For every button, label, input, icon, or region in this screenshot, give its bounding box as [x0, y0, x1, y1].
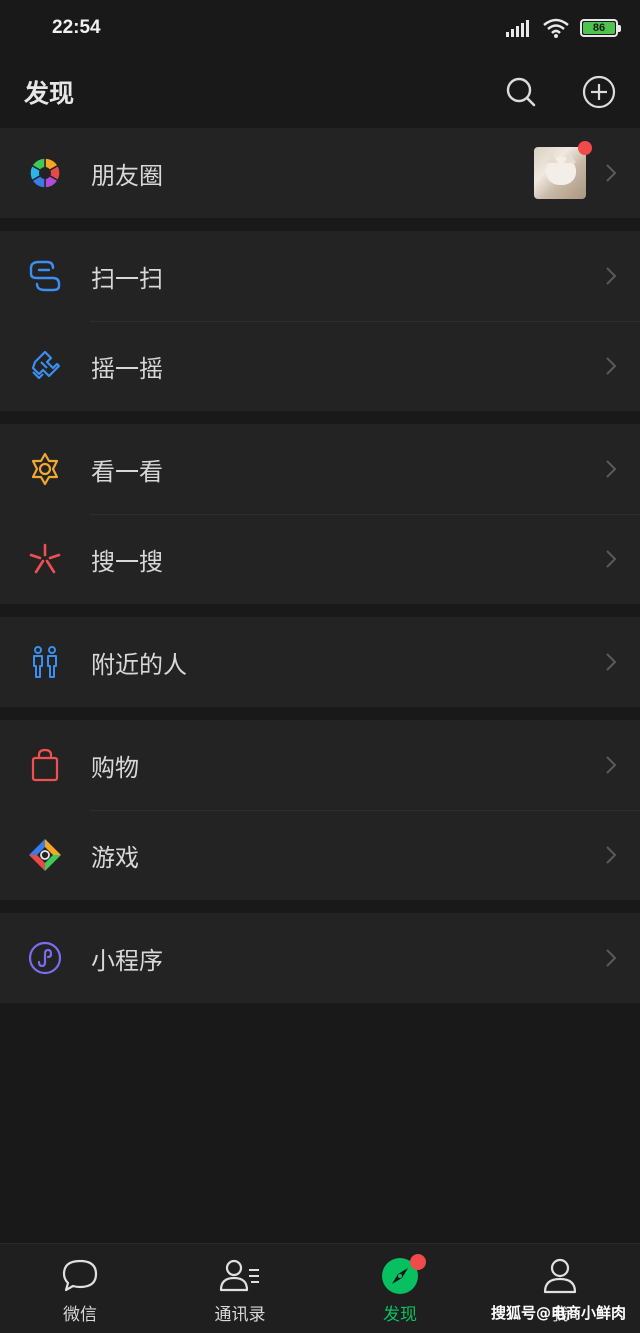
chevron-right-icon: [606, 949, 617, 967]
top-stories-icon: [25, 449, 65, 489]
tab-label: 通讯录: [214, 1305, 266, 1325]
cellular-signal-icon: [506, 20, 529, 37]
list-item-scan[interactable]: 扫一扫: [0, 231, 640, 321]
list-item-people-nearby[interactable]: 附近的人: [0, 617, 640, 707]
chevron-right-icon: [606, 357, 617, 375]
group-divider: [0, 900, 640, 913]
search-button[interactable]: [504, 75, 538, 109]
me-icon: [538, 1254, 582, 1298]
watermark: 搜狐号@电商小鲜肉: [490, 1304, 626, 1322]
list-item-moments[interactable]: 朋友圈: [0, 128, 640, 218]
group-divider: [0, 707, 640, 720]
status-time: 22:54: [52, 17, 101, 38]
chevron-right-icon: [606, 756, 617, 774]
header-actions: [504, 75, 616, 109]
chevron-right-icon: [606, 164, 617, 182]
group-mini-programs: 小程序: [0, 913, 640, 1003]
list-item-label: 看一看: [91, 457, 163, 486]
list-item-label: 游戏: [91, 843, 139, 872]
chevron-right-icon: [606, 846, 617, 864]
discover-badge: [410, 1254, 426, 1270]
search-search-icon: [25, 539, 65, 579]
list-item-games[interactable]: 游戏: [0, 810, 640, 900]
discover-list: 朋友圈 扫一扫 摇一摇 看一看 搜一搜 附近的人 购物 游戏 小程序: [0, 128, 640, 1003]
search-icon: [506, 77, 536, 107]
header: 发现: [0, 56, 640, 128]
list-item-label: 附近的人: [91, 650, 187, 679]
list-item-label: 搜一搜: [91, 547, 163, 576]
tab-contacts[interactable]: 通讯录: [160, 1244, 320, 1333]
list-item-label: 扫一扫: [91, 264, 163, 293]
status-bar: 22:54 86: [0, 0, 640, 56]
list-item-shopping[interactable]: 购物: [0, 720, 640, 810]
battery-level: 86: [583, 22, 615, 34]
people-nearby-icon: [25, 642, 65, 682]
list-item-label: 小程序: [91, 946, 163, 975]
list-item-shake[interactable]: 摇一摇: [0, 321, 640, 411]
group-scan-shake: 扫一扫 摇一摇: [0, 231, 640, 411]
plus-circle-icon: [582, 75, 616, 109]
wifi-icon: [543, 18, 569, 38]
group-divider: [0, 411, 640, 424]
group-divider: [0, 604, 640, 617]
tab-discover[interactable]: 发现: [320, 1244, 480, 1333]
list-item-top-stories[interactable]: 看一看: [0, 424, 640, 514]
chevron-right-icon: [606, 550, 617, 568]
chat-icon: [58, 1254, 102, 1298]
list-item-search[interactable]: 搜一搜: [0, 514, 640, 604]
scan-icon: [25, 256, 65, 296]
group-nearby: 附近的人: [0, 617, 640, 707]
group-moments: 朋友圈: [0, 128, 640, 218]
tab-chats[interactable]: 微信: [0, 1244, 160, 1333]
moments-thumbnail: [534, 141, 592, 199]
list-item-label: 摇一摇: [91, 354, 163, 383]
moments-icon: [25, 153, 65, 193]
mini-programs-icon: [25, 938, 65, 978]
list-item-label: 朋友圈: [91, 161, 163, 190]
page-title: 发现: [24, 79, 75, 108]
shopping-bag-icon: [25, 745, 65, 785]
games-icon: [25, 835, 65, 875]
chevron-right-icon: [606, 267, 617, 285]
add-button[interactable]: [582, 75, 616, 109]
chevron-right-icon: [606, 653, 617, 671]
list-item-mini-programs[interactable]: 小程序: [0, 913, 640, 1003]
tab-label: 微信: [63, 1305, 97, 1325]
group-divider: [0, 218, 640, 231]
tab-label: 发现: [383, 1305, 417, 1325]
shake-icon: [25, 346, 65, 386]
status-icons: 86: [506, 18, 621, 38]
contacts-icon: [218, 1254, 262, 1298]
moments-badge: [578, 141, 592, 155]
group-top-search: 看一看 搜一搜: [0, 424, 640, 604]
battery-icon: 86: [580, 19, 621, 37]
tab-bar: 微信 通讯录 发现 我 搜狐号@电商小鲜肉: [0, 1243, 640, 1333]
chevron-right-icon: [606, 460, 617, 478]
list-item-label: 购物: [91, 753, 139, 782]
group-shop-games: 购物 游戏: [0, 720, 640, 900]
